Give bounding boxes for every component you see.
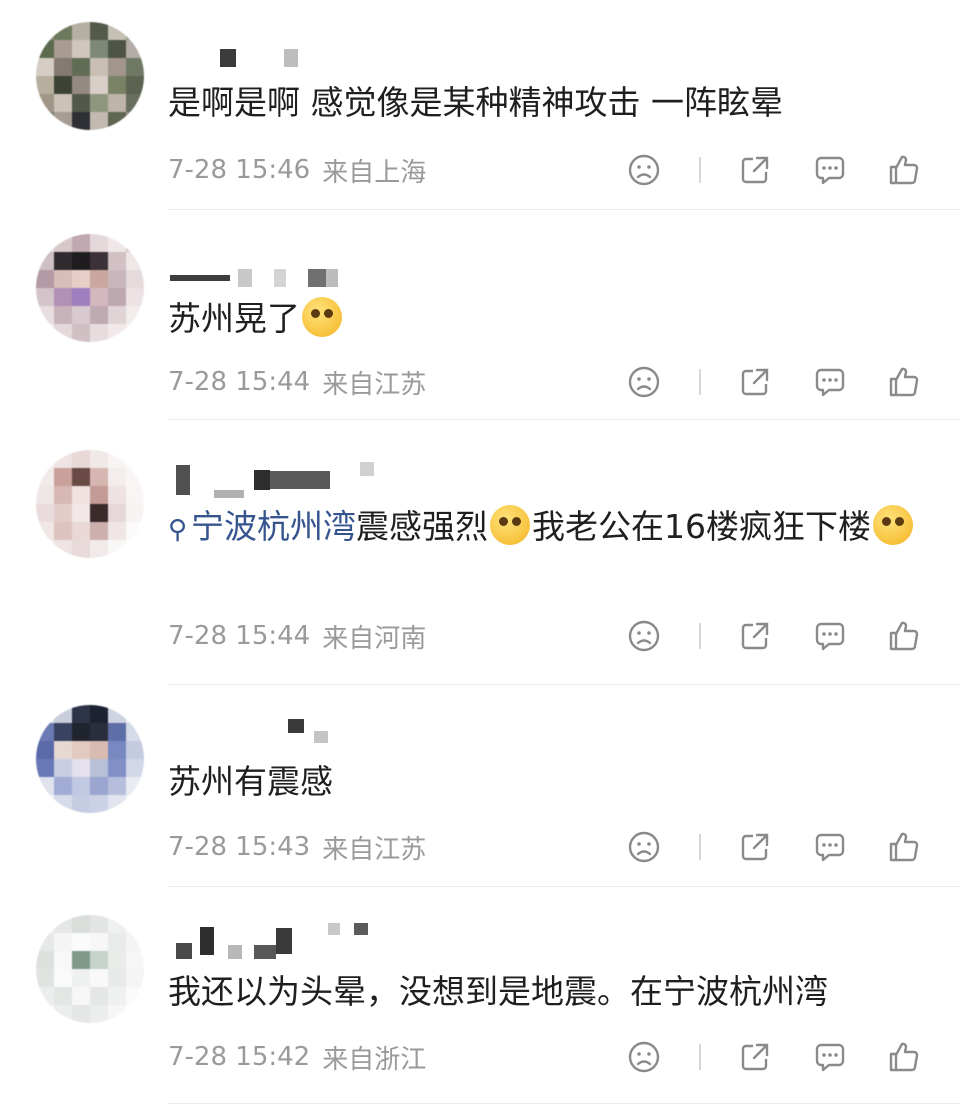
comment-item: 苏州晃了 7-28 15:44 来自江苏 [0, 210, 960, 420]
comment-time: 7-28 15:44 [168, 367, 311, 397]
username-pixelated[interactable] [168, 719, 388, 755]
comment-divider [168, 1103, 960, 1104]
comment-text-content: 苏州晃了 [168, 299, 300, 338]
comment-bubble-icon[interactable] [810, 827, 850, 867]
comment-item: 苏州有震感 7-28 15:43 来自江苏 [0, 685, 960, 895]
avatar[interactable] [36, 915, 144, 1023]
thumbs-up-icon[interactable] [884, 616, 924, 656]
comment-item: 我还以为头晕，没想到是地震。在宁波杭州湾 7-28 15:42 来自浙江 [0, 895, 960, 1108]
comment-location: 来自河南 [322, 623, 427, 654]
avatar[interactable] [36, 22, 144, 130]
comment-time: 7-28 15:42 [168, 1042, 311, 1072]
comment-location: 来自浙江 [322, 1044, 427, 1075]
comment-text: 苏州有震感 [168, 755, 920, 809]
thumbs-up-icon[interactable] [884, 150, 924, 190]
share-icon[interactable] [735, 150, 775, 190]
sad-face-icon[interactable] [624, 362, 664, 402]
surprised-face-emoji [302, 297, 342, 337]
avatar[interactable] [36, 234, 144, 342]
action-separator [698, 623, 701, 649]
username-pixelated[interactable] [168, 923, 388, 959]
share-icon[interactable] [735, 1037, 775, 1077]
comment-actions [624, 1037, 924, 1077]
comment-text: 苏州晃了 [168, 292, 920, 346]
comment-bubble-icon[interactable] [810, 150, 850, 190]
thumbs-up-icon[interactable] [884, 362, 924, 402]
comment-text: 是啊是啊 感觉像是某种精神攻击 一阵眩晕 [168, 76, 920, 130]
avatar[interactable] [36, 705, 144, 813]
comment-time: 7-28 15:44 [168, 621, 311, 651]
share-icon[interactable] [735, 827, 775, 867]
comment-actions [624, 150, 924, 190]
action-separator [698, 157, 701, 183]
comment-text-content: 震感强烈 [356, 507, 489, 546]
sad-face-icon[interactable] [624, 616, 664, 656]
comment-item: ⚲ 宁波杭州湾震感强烈 我老公在16楼疯狂下楼 7-28 15:44 来自河南 [0, 420, 960, 685]
comment-text-content: 我还以为头晕，没想到是地震。在宁波杭州湾 [168, 972, 828, 1011]
sad-face-icon[interactable] [624, 1037, 664, 1077]
comment-actions [624, 362, 924, 402]
comment-time: 7-28 15:43 [168, 832, 311, 862]
comment-feed: 是啊是啊 感觉像是某种精神攻击 一阵眩晕 7-28 15:46 来自上海 苏州晃… [0, 0, 960, 1108]
action-separator [698, 1044, 701, 1070]
username-pixelated[interactable] [168, 260, 388, 296]
action-separator [698, 369, 701, 395]
comment-item: 是啊是啊 感觉像是某种精神攻击 一阵眩晕 7-28 15:46 来自上海 [0, 0, 960, 210]
share-icon[interactable] [735, 362, 775, 402]
comment-meta: 7-28 15:42 来自浙江 [168, 1037, 426, 1077]
comment-text: 我还以为头晕，没想到是地震。在宁波杭州湾 [168, 965, 920, 1019]
laughing-crying-face-emoji [490, 505, 531, 545]
comment-text-continued: 我老公在16楼疯狂下楼 [532, 507, 872, 546]
topic-link-text: 宁波杭州湾 [191, 507, 357, 546]
comment-time: 7-28 15:46 [168, 155, 311, 185]
thumbs-up-icon[interactable] [884, 1037, 924, 1077]
comment-meta: 7-28 15:44 来自河南 [168, 616, 426, 656]
comment-divider [168, 886, 960, 887]
comment-bubble-icon[interactable] [810, 362, 850, 402]
comment-bubble-icon[interactable] [810, 1037, 850, 1077]
comment-actions [624, 616, 924, 656]
sad-face-icon[interactable] [624, 150, 664, 190]
share-icon[interactable] [735, 616, 775, 656]
comment-meta: 7-28 15:44 来自江苏 [168, 362, 426, 402]
comment-location: 来自上海 [322, 157, 427, 188]
comment-location: 来自江苏 [322, 369, 427, 400]
username-pixelated[interactable] [168, 462, 388, 498]
laughing-crying-face-emoji [873, 505, 914, 545]
topic-link[interactable]: ⚲ 宁波杭州湾 [168, 507, 356, 546]
username-pixelated[interactable] [168, 40, 388, 76]
comment-text-content: 苏州有震感 [168, 762, 333, 801]
comment-meta: 7-28 15:46 来自上海 [168, 150, 426, 190]
action-separator [698, 834, 701, 860]
comment-text: ⚲ 宁波杭州湾震感强烈 我老公在16楼疯狂下楼 [168, 500, 920, 557]
comment-location: 来自江苏 [322, 834, 427, 865]
sad-face-icon[interactable] [624, 827, 664, 867]
comment-text-content: 是啊是啊 感觉像是某种精神攻击 一阵眩晕 [168, 83, 783, 122]
comment-bubble-icon[interactable] [810, 616, 850, 656]
comment-actions [624, 827, 924, 867]
thumbs-up-icon[interactable] [884, 827, 924, 867]
search-icon: ⚲ [168, 515, 188, 545]
comment-meta: 7-28 15:43 来自江苏 [168, 827, 426, 867]
avatar[interactable] [36, 450, 144, 558]
